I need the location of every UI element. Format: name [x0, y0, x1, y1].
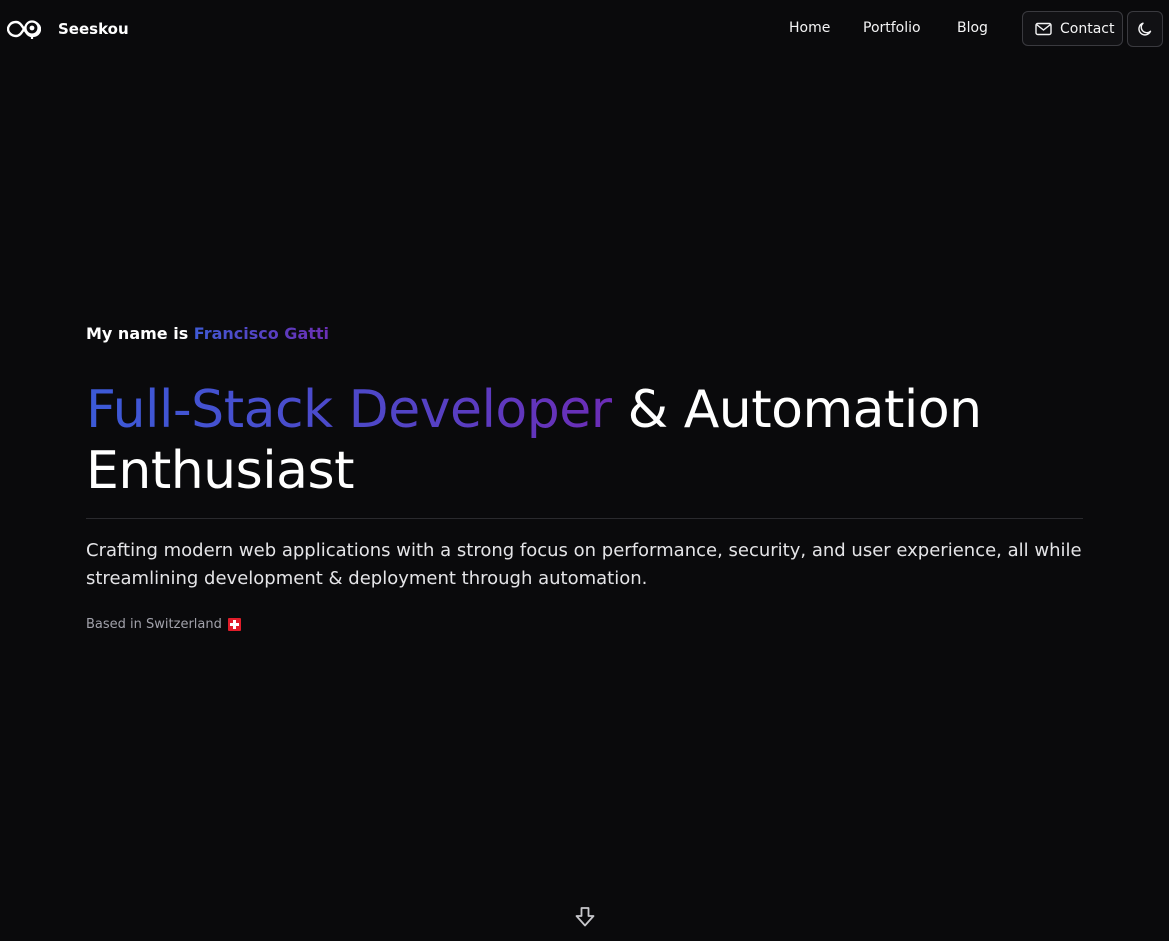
- mail-icon: [1035, 22, 1052, 35]
- theme-toggle-button[interactable]: [1127, 11, 1163, 47]
- contact-button[interactable]: Contact: [1022, 11, 1123, 46]
- main-nav: Home Portfolio Blog: [0, 20, 1169, 40]
- nav-link-portfolio[interactable]: Portfolio: [863, 20, 921, 36]
- top-navigation-bar: Seeskou Home Portfolio Blog Contact: [0, 0, 1169, 58]
- headline-line-1: Full-Stack Developer & Automation: [86, 380, 1084, 441]
- nav-link-home[interactable]: Home: [789, 20, 830, 36]
- headline-highlight: Full-Stack Developer: [86, 380, 612, 440]
- headline-rest: & Automation: [611, 380, 982, 440]
- arrow-down-icon[interactable]: [574, 906, 596, 928]
- hero-headline: Full-Stack Developer & Automation Enthus…: [86, 380, 1084, 502]
- intro-text: My name is Francisco Gatti: [86, 322, 1084, 346]
- location-text: Based in Switzerland: [86, 617, 222, 632]
- hero-divider: [86, 518, 1083, 519]
- swiss-flag-icon: [227, 618, 241, 631]
- location-line: Based in Switzerland: [86, 617, 1084, 632]
- hero-section: My name is Francisco Gatti Full-Stack De…: [86, 322, 1084, 632]
- hero-tagline: Crafting modern web applications with a …: [86, 540, 1082, 589]
- contact-button-label: Contact: [1060, 20, 1115, 37]
- person-name: Francisco Gatti: [193, 324, 330, 343]
- headline-line-2: Enthusiast: [86, 441, 355, 501]
- moon-icon: [1138, 22, 1152, 36]
- nav-link-blog[interactable]: Blog: [957, 20, 988, 36]
- intro-prefix: My name is: [86, 324, 194, 343]
